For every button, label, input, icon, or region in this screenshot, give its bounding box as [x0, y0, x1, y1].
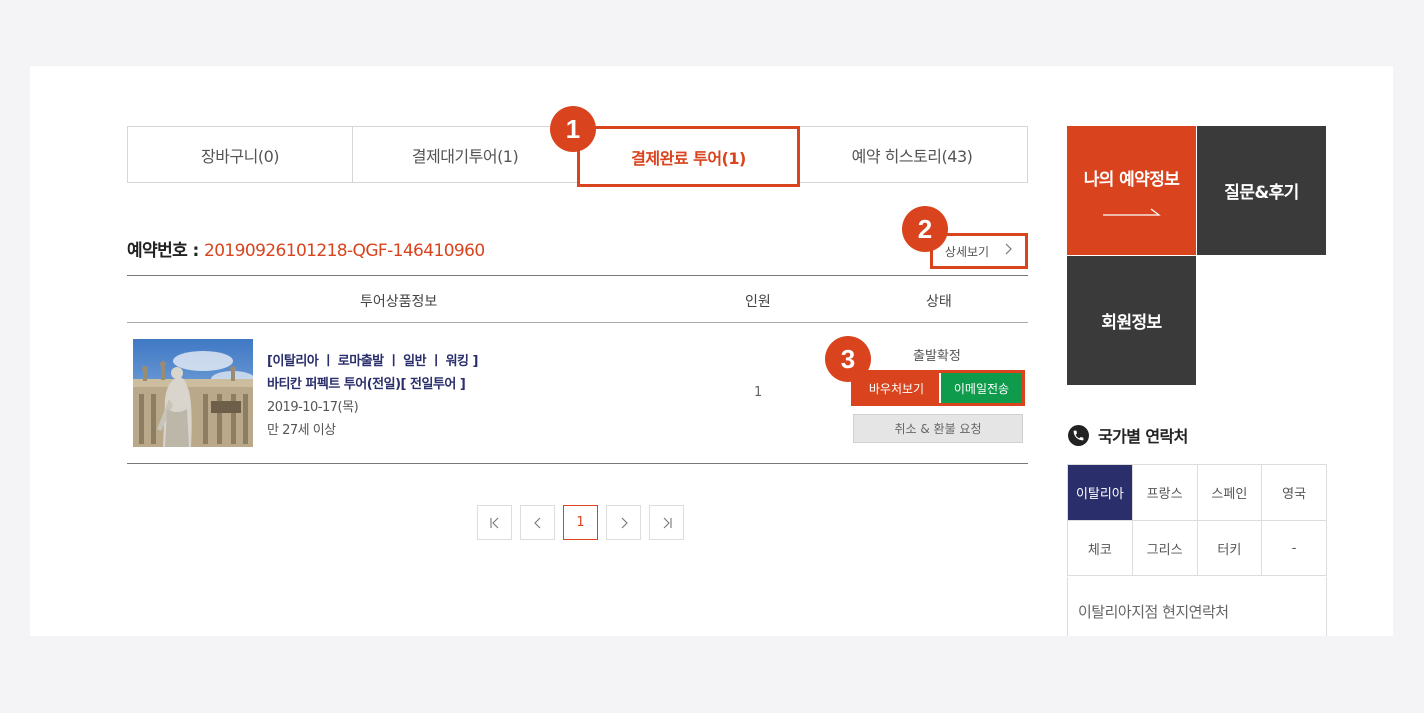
cancel-refund-button[interactable]: 취소 & 환불 요청 — [853, 414, 1023, 443]
arrow-right-icon — [1102, 204, 1161, 216]
tour-status: 출발확정 — [913, 349, 961, 364]
tour-tags: [이탈리아 ㅣ 로마출발 ㅣ 일반 ㅣ 워킹 ] — [267, 354, 478, 369]
country-italy[interactable]: 이탈리아 — [1068, 464, 1133, 520]
country-france[interactable]: 프랑스 — [1132, 464, 1198, 520]
menu-qna-review[interactable]: 질문&후기 — [1197, 126, 1326, 255]
contact-title: 국가별 연락처 — [1068, 423, 1188, 447]
header-product-info: 투어상품정보 — [360, 294, 438, 310]
send-email-button[interactable]: 이메일전송 — [940, 373, 1022, 403]
table-row: [이탈리아 ㅣ 로마출발 ㅣ 일반 ㅣ 워킹 ] 바티칸 퍼펙트 투어(전일)[… — [127, 323, 1028, 464]
tour-age: 만 27세 이상 — [267, 423, 336, 438]
reservation-number: 예약번호 : 20190926101218-QGF-146410960 — [127, 236, 485, 261]
menu-member-info[interactable]: 회원정보 — [1067, 256, 1196, 385]
country-greece[interactable]: 그리스 — [1132, 520, 1198, 576]
country-empty: - — [1262, 520, 1327, 576]
tour-info: [이탈리아 ㅣ 로마출발 ㅣ 일반 ㅣ 워킹 ] 바티칸 퍼펙트 투어(전일)[… — [267, 350, 478, 442]
step-badge-1: 1 — [550, 106, 596, 152]
country-spain[interactable]: 스페인 — [1197, 464, 1263, 520]
tab-paid-tours[interactable]: 결제완료 투어(1) — [577, 126, 800, 187]
tour-date: 2019-10-17(목) — [267, 400, 359, 415]
step-badge-3: 3 — [825, 336, 871, 382]
first-page-icon[interactable] — [477, 505, 512, 540]
country-turkey[interactable]: 터키 — [1197, 520, 1263, 576]
prev-page-icon[interactable] — [520, 505, 555, 540]
last-page-icon[interactable] — [649, 505, 684, 540]
tab-reservation-history[interactable]: 예약 히스토리(43) — [800, 127, 1024, 182]
country-czech[interactable]: 체코 — [1068, 520, 1133, 576]
menu-my-reservation-label: 나의 예약정보 — [1083, 170, 1180, 190]
reservation-number-label: 예약번호 : — [127, 241, 204, 261]
tour-thumbnail[interactable] — [133, 339, 253, 447]
pagination: 1 — [477, 505, 684, 540]
tour-name[interactable]: 바티칸 퍼펙트 투어(전일)[ 전일투어 ] — [267, 373, 478, 396]
reservation-number-value: 20190926101218-QGF-146410960 — [204, 241, 485, 261]
voucher-email-actions: 바우처보기 이메일전송 — [851, 370, 1025, 406]
chevron-right-icon — [1005, 243, 1013, 259]
country-row: 이탈리아 프랑스 스페인 영국 — [1068, 464, 1327, 520]
view-voucher-button[interactable]: 바우처보기 — [854, 373, 939, 403]
country-uk[interactable]: 영국 — [1262, 464, 1327, 520]
local-contact-label: 이탈리아지점 현지연락처 — [1067, 577, 1327, 636]
phone-icon — [1068, 424, 1089, 446]
side-menu: 나의 예약정보 질문&후기 회원정보 — [1067, 126, 1326, 385]
country-grid: 이탈리아 프랑스 스페인 영국 체코 그리스 터키 - — [1067, 464, 1327, 576]
tab-pending-payment[interactable]: 결제대기투어(1) — [353, 127, 578, 182]
next-page-icon[interactable] — [606, 505, 641, 540]
contact-title-text: 국가별 연락처 — [1098, 427, 1188, 446]
tab-cart[interactable]: 장바구니(0) — [128, 127, 353, 182]
page-number-current[interactable]: 1 — [563, 505, 598, 540]
table-header: 투어상품정보 인원 상태 — [127, 275, 1028, 323]
tour-quantity: 1 — [754, 385, 763, 400]
detail-view-label: 상세보기 — [944, 244, 990, 259]
menu-my-reservation[interactable]: 나의 예약정보 — [1067, 126, 1196, 255]
header-status: 상태 — [926, 294, 952, 310]
step-badge-2: 2 — [902, 206, 948, 252]
country-row: 체코 그리스 터키 - — [1068, 520, 1327, 576]
header-quantity: 인원 — [745, 294, 771, 310]
